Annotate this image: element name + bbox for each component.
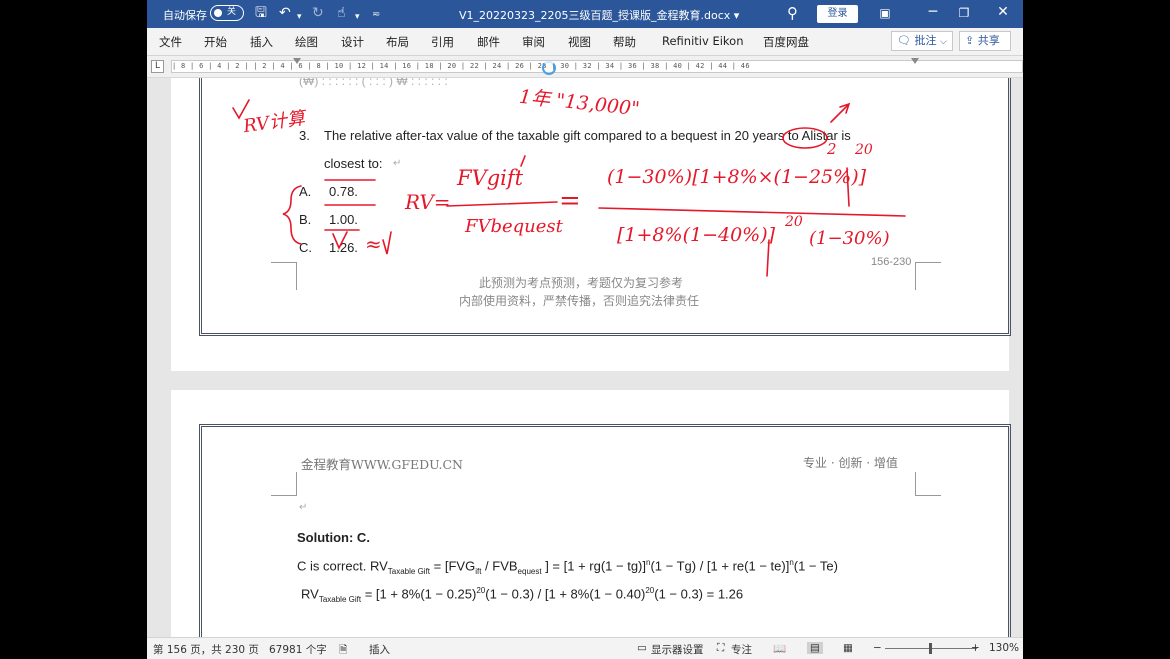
question-number: 3. xyxy=(299,128,310,143)
option-b-value: 1.00. xyxy=(329,212,358,227)
focus-icon[interactable]: ⛶ xyxy=(717,642,724,655)
share-icon: ⇪ xyxy=(965,34,975,47)
tab-view[interactable]: 视图 xyxy=(568,34,591,50)
tab-references[interactable]: 引用 xyxy=(431,34,454,50)
print-layout-icon[interactable]: ▤ xyxy=(807,642,823,654)
page-157: 金程教育WWW.GFEDU.CN 专业 · 创新 · 增值 ↵ Solution… xyxy=(171,390,1011,637)
header-left: 金程教育WWW.GFEDU.CN xyxy=(301,457,463,472)
comment-icon: 🗨 xyxy=(897,34,911,47)
title-bar: 自动保存 关 🖫 ↶ ▾ ↻ ☝ ▾ ≂ V1_20220323_2205三级百… xyxy=(147,0,1023,28)
customize-quick-access-icon[interactable]: ≂ xyxy=(372,6,380,24)
share-button[interactable]: ⇪ 共享 xyxy=(959,31,1011,51)
menu-bar: 文件 开始 插入 绘图 设计 布局 引用 邮件 审阅 视图 帮助 Refinit… xyxy=(147,28,1023,56)
tab-refinitiv-eikon[interactable]: Refinitiv Eikon xyxy=(662,34,743,48)
comments-label: 批注 xyxy=(914,34,937,47)
display-settings-icon[interactable]: ▭ xyxy=(637,642,647,654)
read-mode-icon[interactable]: 📖 xyxy=(773,642,786,655)
loading-spinner-icon xyxy=(542,61,556,75)
document-title[interactable]: V1_20220323_2205三级百题_授课版_金程教育.docx ▾ xyxy=(459,7,739,23)
cut-off-previous-line: (₩) : : : : : : ( : : : ) ₩ : : : : : : xyxy=(299,78,448,88)
option-b-letter: B. xyxy=(299,212,312,227)
word-count[interactable]: 67981 个字 xyxy=(269,642,327,657)
horizontal-ruler[interactable]: L | 8 | 6 | 4 | 2 | | 2 | 4 | 6 | 8 | 10… xyxy=(147,56,1023,78)
touch-mode-icon[interactable]: ☝ xyxy=(337,4,346,22)
footer-line1: 此预测为考点预测，考题仅为复习参考 xyxy=(479,276,684,290)
web-layout-icon[interactable]: ▦ xyxy=(843,642,853,654)
solution-formula-line1: C is correct. RVTaxable Gift = [FVGift /… xyxy=(297,558,838,576)
login-button[interactable]: 登录 xyxy=(817,5,858,23)
zoom-out-button[interactable]: − xyxy=(873,642,882,654)
touch-dropdown-icon[interactable]: ▾ xyxy=(355,8,360,26)
insert-mode[interactable]: 插入 xyxy=(369,642,390,657)
tab-help[interactable]: 帮助 xyxy=(613,34,636,50)
crop-mark xyxy=(271,262,297,290)
tab-insert[interactable]: 插入 xyxy=(250,34,273,50)
tab-mailings[interactable]: 邮件 xyxy=(477,34,500,50)
header-right: 专业 · 创新 · 增值 xyxy=(803,456,898,470)
page-info[interactable]: 第 156 页，共 230 页 xyxy=(153,642,259,657)
zoom-slider-thumb[interactable] xyxy=(929,643,932,654)
proofing-icon[interactable]: 🗎 xyxy=(339,642,347,659)
option-c-value: 1.26. xyxy=(329,240,358,255)
comments-button[interactable]: 🗨 批注 ⌵ xyxy=(891,31,953,51)
tab-file[interactable]: 文件 xyxy=(159,34,182,50)
word-window: 自动保存 关 🖫 ↶ ▾ ↻ ☝ ▾ ≂ V1_20220323_2205三级百… xyxy=(147,0,1023,659)
paragraph-mark: ↵ xyxy=(393,158,402,169)
first-line-indent-marker[interactable] xyxy=(293,58,301,64)
question-text-line2: closest to: xyxy=(324,156,383,171)
tab-baidu-netdisk[interactable]: 百度网盘 xyxy=(763,34,809,50)
option-c-letter: C. xyxy=(299,240,312,255)
ruler-ticks: | 8 | 6 | 4 | 2 | | 2 | 4 | 6 | 8 | 10 |… xyxy=(172,62,750,70)
solution-formula-line2: RVTaxable Gift = [1 + 8%(1 − 0.25)20(1 −… xyxy=(301,586,744,604)
focus-mode[interactable]: 专注 xyxy=(731,642,752,657)
undo-dropdown-icon[interactable]: ▾ xyxy=(297,8,302,26)
option-a-value: 0.78. xyxy=(329,184,358,199)
crop-mark xyxy=(915,262,941,290)
tab-home[interactable]: 开始 xyxy=(204,34,227,50)
autosave-label: 自动保存 xyxy=(163,9,207,22)
chevron-down-icon: ⌵ xyxy=(939,37,947,47)
search-icon[interactable]: ⚲ xyxy=(787,4,798,22)
save-icon[interactable]: 🖫 xyxy=(255,4,267,22)
autosave-toggle[interactable]: 关 xyxy=(210,5,244,21)
status-bar: 第 156 页，共 230 页 67981 个字 🗎 插入 ▭ 显示器设置 ⛶ … xyxy=(147,637,1023,659)
question-text-line1: The relative after-tax value of the taxa… xyxy=(324,128,851,143)
option-a-letter: A. xyxy=(299,184,312,199)
tab-layout[interactable]: 布局 xyxy=(386,34,409,50)
zoom-level[interactable]: 130% xyxy=(989,642,1019,654)
display-settings[interactable]: 显示器设置 xyxy=(651,642,704,657)
ribbon-display-options-icon[interactable]: ▣ xyxy=(875,6,895,20)
page-number: 156-230 xyxy=(871,256,912,268)
page-156: (₩) : : : : : : ( : : : ) ₩ : : : : : : … xyxy=(171,78,1011,371)
crop-mark xyxy=(915,472,941,496)
paragraph-mark: ↵ xyxy=(299,502,308,513)
document-canvas[interactable]: (₩) : : : : : : ( : : : ) ₩ : : : : : : … xyxy=(147,78,1023,637)
zoom-in-button[interactable]: + xyxy=(971,642,980,654)
restore-icon[interactable]: ❐ xyxy=(954,6,974,20)
share-label: 共享 xyxy=(977,34,1000,47)
solution-label: Solution: C. xyxy=(297,530,370,545)
close-icon[interactable]: ✕ xyxy=(993,4,1013,20)
right-indent-marker[interactable] xyxy=(911,58,919,64)
tab-draw[interactable]: 绘图 xyxy=(295,34,318,50)
redo-icon[interactable]: ↻ xyxy=(312,4,324,22)
tab-design[interactable]: 设计 xyxy=(341,34,364,50)
footer-line2: 内部使用资料，严禁传播，否则追究法律责任 xyxy=(459,294,700,308)
tab-stop-selector[interactable]: L xyxy=(151,60,164,73)
undo-icon[interactable]: ↶ xyxy=(279,4,291,22)
minimize-icon[interactable]: ─ xyxy=(923,4,943,20)
crop-mark xyxy=(271,472,297,496)
tab-review[interactable]: 审阅 xyxy=(522,34,545,50)
